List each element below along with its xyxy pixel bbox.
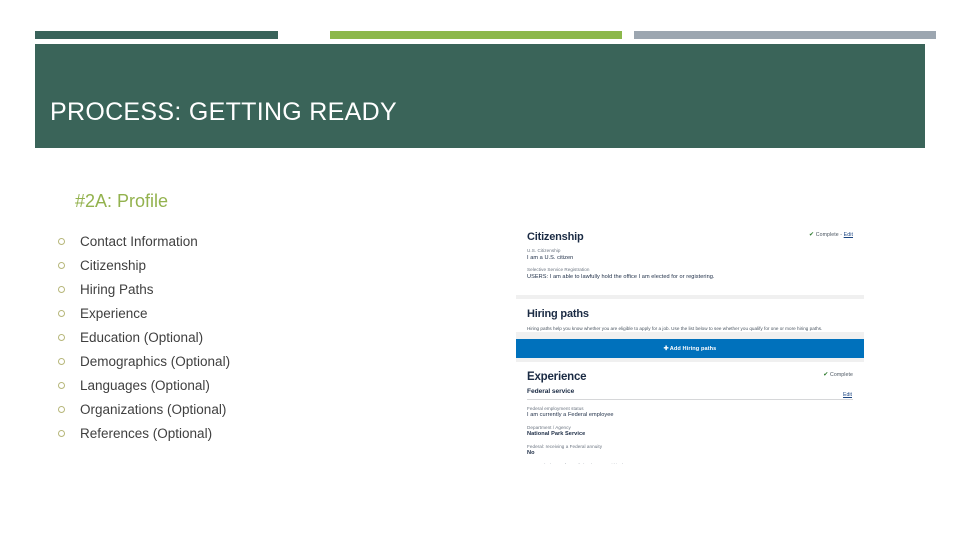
list-item: Citizenship	[56, 254, 476, 278]
list-item-label: Citizenship	[80, 258, 147, 273]
list-item: Contact Information	[56, 230, 476, 254]
list-item: Experience	[56, 302, 476, 326]
bullet-circle-icon	[58, 406, 65, 413]
bullet-circle-icon	[58, 238, 65, 245]
accent-bar-gray	[634, 31, 936, 39]
field-value: USERS: I am able to lawfully hold the of…	[527, 273, 715, 280]
list-item-label: Demographics (Optional)	[80, 354, 231, 369]
bullet-circle-icon	[58, 358, 65, 365]
citizenship-card: ✔ Complete - Edit Citizenship U.S. Citiz…	[516, 222, 864, 295]
bullet-circle-icon	[58, 430, 65, 437]
add-hiring-paths-button[interactable]: ✚Add Hiring paths	[516, 339, 864, 358]
list-item-label: Contact Information	[80, 234, 198, 249]
experience-edit-link[interactable]: Edit	[843, 392, 852, 398]
list-item: Demographics (Optional)	[56, 350, 476, 374]
field-value: National Park Service	[527, 431, 586, 437]
embedded-screenshot-image: ✔ Complete - Edit Citizenship U.S. Citiz…	[516, 222, 864, 464]
list-item-label: Hiring Paths	[80, 282, 154, 297]
federal-service-subheading: Federal service	[527, 388, 853, 400]
bullet-circle-icon	[58, 262, 65, 269]
experience-status-badge: ✔ Complete	[823, 371, 853, 378]
citizenship-status-badge: ✔ Complete - Edit	[809, 231, 853, 238]
add-hiring-paths-label: Add Hiring paths	[669, 345, 717, 352]
bullet-circle-icon	[58, 286, 65, 293]
plus-circle-icon: ✚	[663, 345, 669, 352]
list-item: Organizations (Optional)	[56, 398, 476, 422]
status-label: Complete	[829, 371, 853, 378]
list-item: Education (Optional)	[56, 326, 476, 350]
citizenship-heading: Citizenship	[527, 231, 584, 243]
section-subtitle: #2A: Profile	[75, 191, 169, 211]
page-title: PROCESS: GETTING READY	[50, 98, 397, 126]
list-item-label: Organizations (Optional)	[80, 402, 227, 417]
edit-link[interactable]: Edit	[844, 232, 853, 238]
accent-bar-dark	[35, 31, 278, 39]
header-accent-bars	[0, 0, 960, 50]
hiring-paths-description: Hiring paths help you know whether you a…	[527, 326, 823, 331]
list-item: Hiring Paths	[56, 278, 476, 302]
citizenship-field: U.S. Citizenship I am a U.S. citizen	[527, 248, 853, 262]
experience-card: ✔ Complete Edit Experience Federal servi…	[516, 361, 864, 465]
list-item-label: Experience	[80, 306, 148, 321]
citizenship-field: Selective Service Registration USERS: I …	[527, 267, 853, 281]
check-icon: ✔	[809, 232, 815, 238]
experience-field: Department / Agency National Park Servic…	[527, 425, 853, 439]
bullet-circle-icon	[58, 382, 65, 389]
hiring-paths-card: Hiring paths Hiring paths help you know …	[516, 299, 864, 332]
list-item: References (Optional)	[56, 422, 476, 446]
title-banner	[35, 44, 925, 148]
hiring-paths-heading: Hiring paths	[527, 308, 589, 320]
field-value: No	[527, 450, 535, 456]
check-icon: ✔	[823, 371, 829, 378]
list-item-label: Education (Optional)	[80, 330, 204, 345]
experience-field: Federal: receiving a Federal annuity No	[527, 444, 853, 458]
bullet-circle-icon	[58, 334, 65, 341]
bullet-circle-icon	[58, 310, 65, 317]
experience-field: Federal employment status I am currently…	[527, 406, 853, 420]
list-item-label: References (Optional)	[80, 426, 213, 441]
accent-bar-green	[330, 31, 622, 39]
list-item-label: Languages (Optional)	[80, 378, 210, 393]
field-value: I am currently a Federal employee	[527, 412, 614, 418]
field-value: I am a U.S. citizen	[527, 254, 574, 261]
experience-footnote: Accepted a buyout from a federal agency …	[527, 463, 853, 465]
status-label: Complete -	[815, 232, 843, 238]
list-item: Languages (Optional)	[56, 374, 476, 398]
experience-heading: Experience	[527, 370, 587, 383]
profile-section-list: Contact Information Citizenship Hiring P…	[56, 230, 476, 446]
